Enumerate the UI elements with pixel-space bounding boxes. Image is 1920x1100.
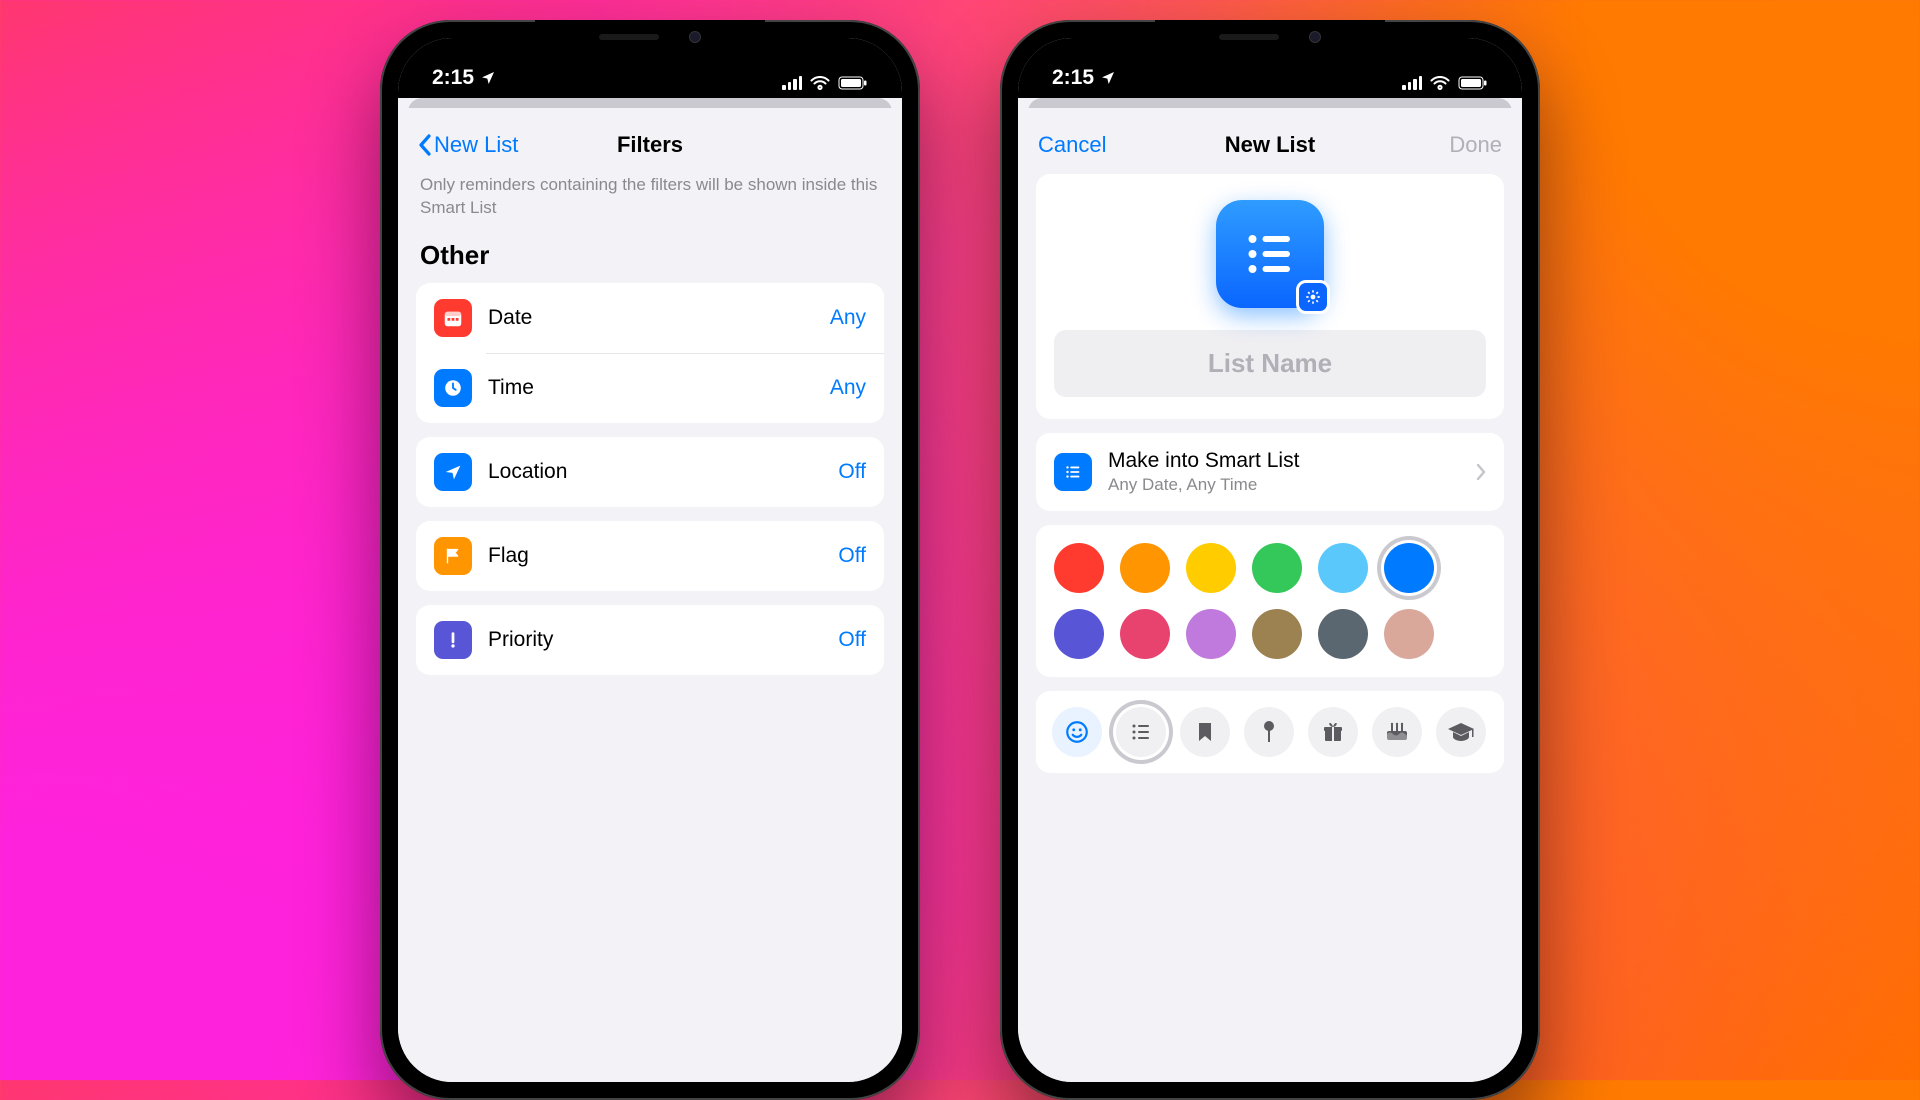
cancel-button[interactable]: Cancel (1038, 132, 1193, 158)
filter-label: Location (488, 460, 822, 484)
status-time: 2:15 (1052, 66, 1094, 90)
icon-choice-emoji[interactable] (1052, 707, 1102, 757)
location-arrow-icon (434, 453, 472, 491)
filter-row-time[interactable]: Time Any (416, 353, 884, 423)
filter-label: Date (488, 306, 814, 330)
location-services-icon (480, 70, 496, 86)
color-swatch[interactable] (1186, 609, 1236, 659)
filter-value: Any (830, 306, 866, 330)
color-swatch[interactable] (1384, 609, 1434, 659)
smart-badge-gear-icon (1296, 280, 1330, 314)
filter-value: Off (838, 628, 866, 652)
status-time: 2:15 (432, 66, 474, 90)
battery-icon (838, 76, 868, 90)
smart-list-icon (1054, 453, 1092, 491)
make-smart-list-row[interactable]: Make into Smart List Any Date, Any Time (1036, 433, 1504, 511)
cell-signal-icon (1402, 76, 1422, 90)
color-swatch[interactable] (1120, 543, 1170, 593)
color-swatch[interactable] (1384, 543, 1434, 593)
notch (535, 20, 765, 54)
icon-choice-cake[interactable] (1372, 707, 1422, 757)
location-services-icon (1100, 70, 1116, 86)
list-name-input[interactable]: List Name (1054, 330, 1486, 397)
filter-value: Off (838, 460, 866, 484)
notch (1155, 20, 1385, 54)
smart-subtitle: Any Date, Any Time (1108, 475, 1460, 495)
chevron-left-icon (418, 134, 432, 156)
filter-label: Time (488, 376, 814, 400)
wifi-icon (1430, 76, 1450, 90)
color-swatch[interactable] (1054, 543, 1104, 593)
filter-row-flag[interactable]: Flag Off (416, 521, 884, 591)
chevron-right-icon (1476, 463, 1486, 481)
filter-label: Flag (488, 544, 822, 568)
color-swatch[interactable] (1252, 543, 1302, 593)
clock-icon (434, 369, 472, 407)
section-header-other: Other (416, 236, 884, 283)
filters-hint: Only reminders containing the filters wi… (416, 168, 884, 236)
color-swatch[interactable] (1252, 609, 1302, 659)
calendar-icon (434, 299, 472, 337)
wifi-icon (810, 76, 830, 90)
icon-choice-pin[interactable] (1244, 707, 1294, 757)
color-picker (1036, 525, 1504, 677)
icon-choice-bookmark[interactable] (1180, 707, 1230, 757)
phone-left: 2:15 New List Filters Only reminders con… (380, 20, 920, 1100)
list-icon-preview-card: List Name (1036, 174, 1504, 419)
screen-left: 2:15 New List Filters Only reminders con… (398, 38, 902, 1082)
filter-row-date[interactable]: Date Any (416, 283, 884, 353)
flag-icon (434, 537, 472, 575)
color-swatch[interactable] (1054, 609, 1104, 659)
phone-right: 2:15 Cancel New List Done (1000, 20, 1540, 1100)
icon-choice-list[interactable] (1116, 707, 1166, 757)
icon-picker (1036, 691, 1504, 773)
navbar-title: New List (1193, 132, 1348, 158)
back-label: New List (434, 132, 518, 158)
color-swatch[interactable] (1318, 543, 1368, 593)
back-button[interactable]: New List (418, 132, 573, 158)
icon-choice-grad[interactable] (1436, 707, 1486, 757)
color-swatch[interactable] (1186, 543, 1236, 593)
filter-value: Any (830, 376, 866, 400)
filter-row-priority[interactable]: Priority Off (416, 605, 884, 675)
navbar-filters: New List Filters (398, 116, 902, 168)
filter-value: Off (838, 544, 866, 568)
priority-icon (434, 621, 472, 659)
filter-row-location[interactable]: Location Off (416, 437, 884, 507)
icon-choice-gift[interactable] (1308, 707, 1358, 757)
smart-title: Make into Smart List (1108, 449, 1460, 473)
screen-right: 2:15 Cancel New List Done (1018, 38, 1522, 1082)
color-swatch[interactable] (1318, 609, 1368, 659)
filter-label: Priority (488, 628, 822, 652)
done-button[interactable]: Done (1347, 132, 1502, 158)
list-app-icon (1216, 200, 1324, 308)
battery-icon (1458, 76, 1488, 90)
color-swatch[interactable] (1120, 609, 1170, 659)
navbar-title: Filters (573, 132, 728, 158)
cell-signal-icon (782, 76, 802, 90)
list-bullets-icon (1240, 224, 1300, 284)
navbar-newlist: Cancel New List Done (1018, 116, 1522, 168)
